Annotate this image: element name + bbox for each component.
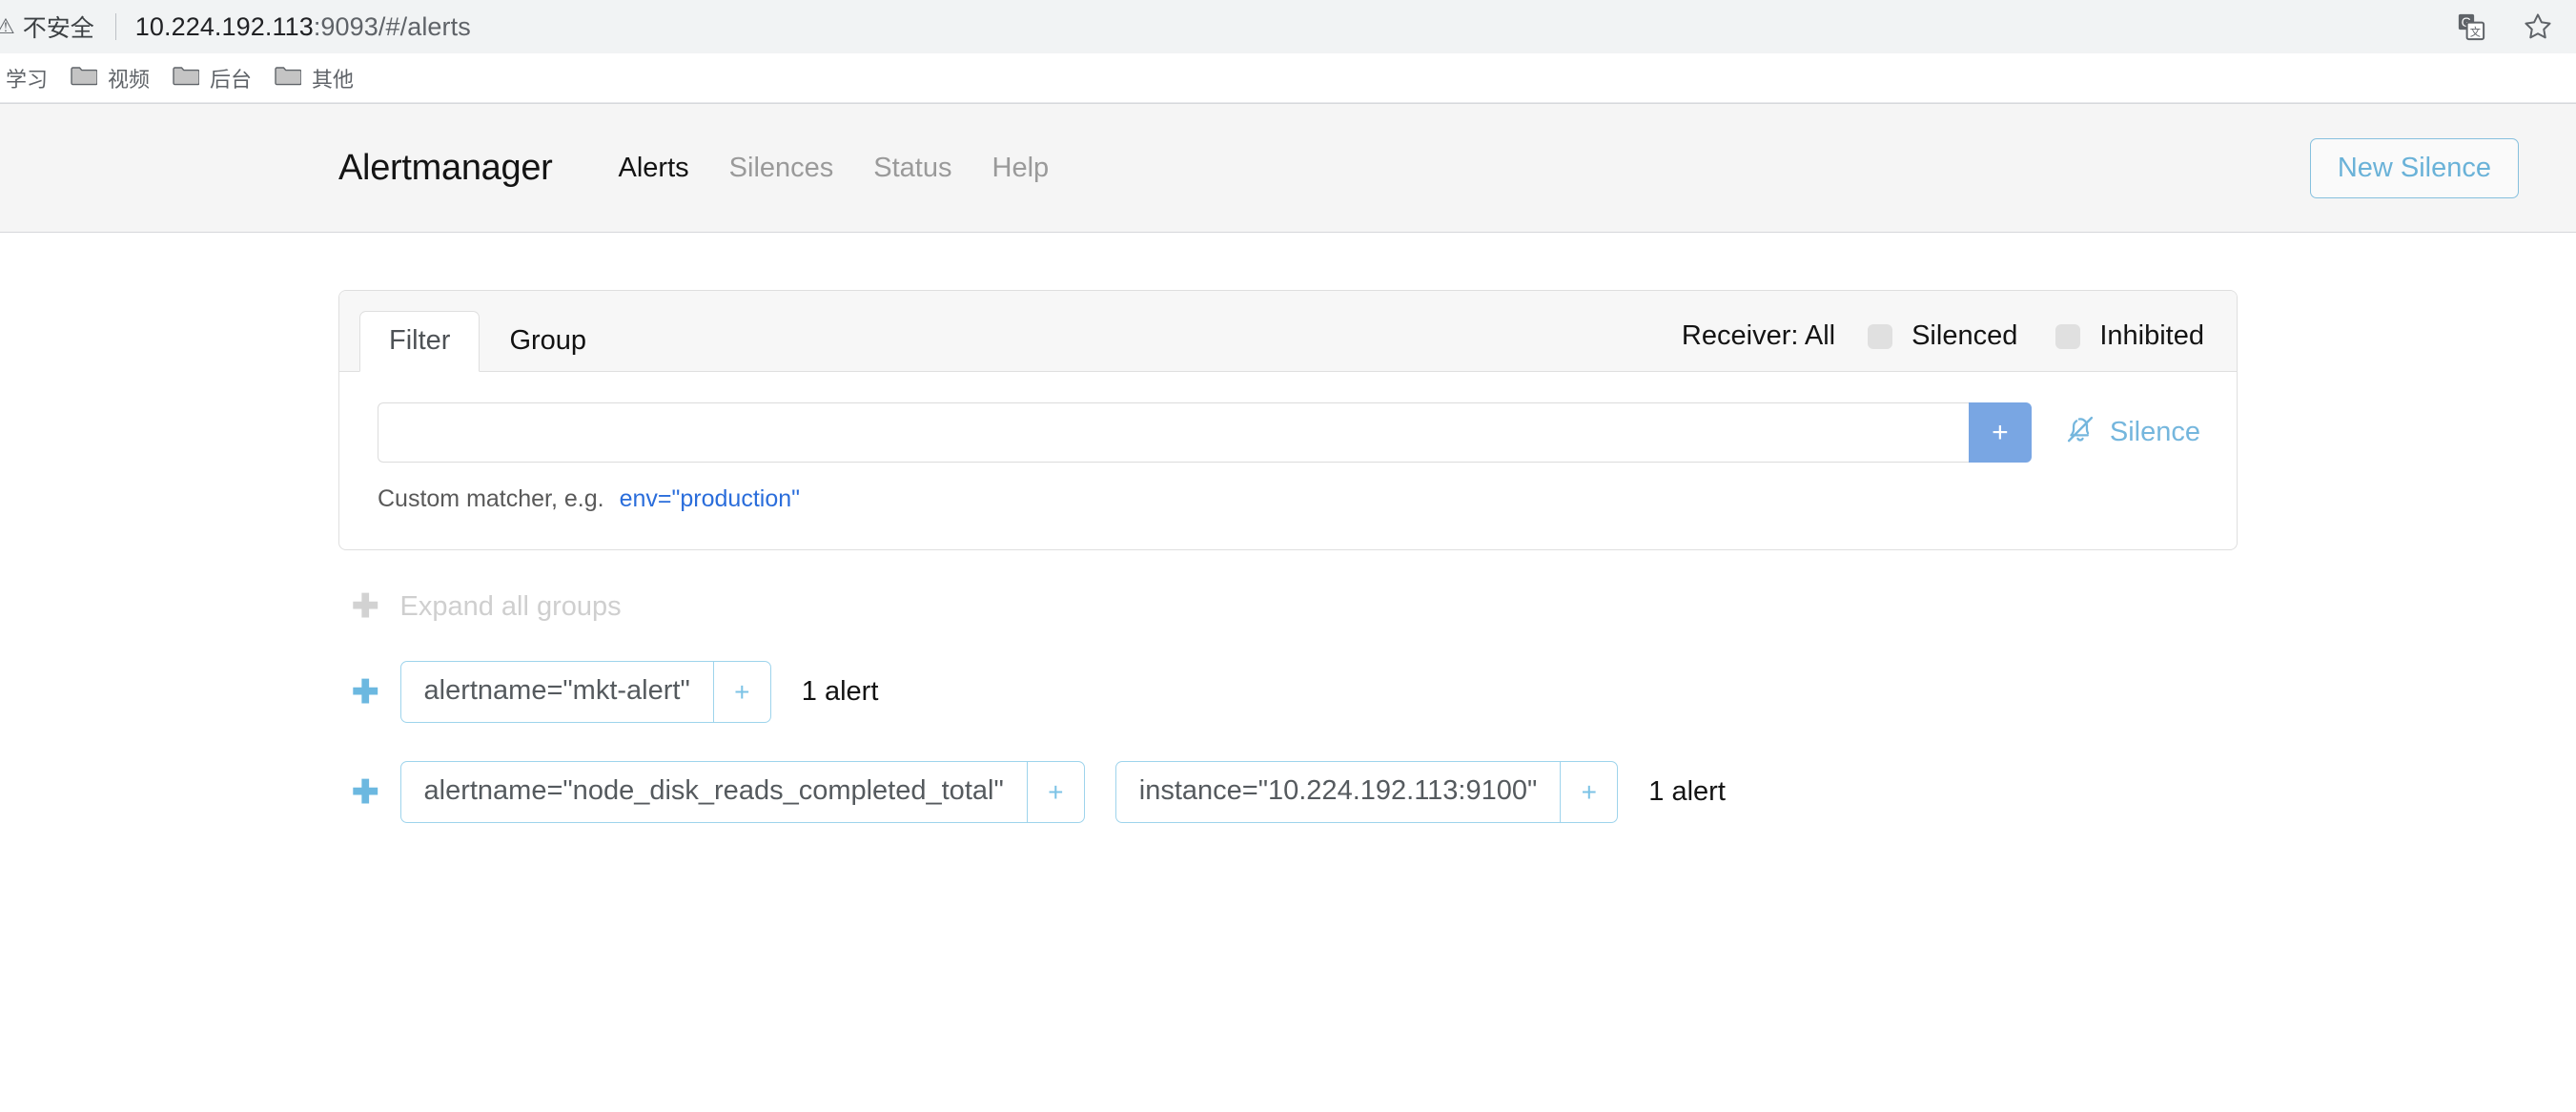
page-content: Filter Group Receiver: All Silenced Inhi…	[0, 233, 2576, 823]
group-matcher-pill: alertname="node_disk_reads_completed_tot…	[399, 761, 1085, 823]
app-brand[interactable]: Alertmanager	[338, 148, 553, 189]
group-matcher-add-button[interactable]: +	[712, 662, 770, 722]
group-alert-count: 1 alert	[1648, 776, 1726, 807]
bookmark-item-3[interactable]: 其他	[263, 58, 365, 98]
plus-icon: ✚	[352, 588, 379, 625]
bookmark-label: 其他	[312, 67, 355, 92]
nav-link-help[interactable]: Help	[972, 153, 1070, 184]
filter-card: Filter Group Receiver: All Silenced Inhi…	[338, 290, 2238, 550]
security-status-label: 不安全	[22, 15, 94, 42]
bookmark-label: 学习	[6, 67, 49, 92]
group-expand-plus-icon[interactable]: ✚	[352, 676, 379, 709]
nav-link-alerts[interactable]: Alerts	[599, 153, 709, 184]
folder-icon	[173, 65, 200, 91]
bookmark-label: 视频	[108, 67, 151, 92]
bookmark-item-0[interactable]: 学习	[0, 58, 59, 98]
nav-link-status[interactable]: Status	[853, 153, 971, 184]
translate-icon[interactable]: G 文	[2454, 10, 2488, 44]
expand-all-groups[interactable]: ✚ Expand all groups	[352, 590, 2238, 623]
folder-icon	[71, 65, 98, 91]
url-path: :9093/#/alerts	[313, 11, 471, 41]
group-alert-count: 1 alert	[801, 676, 879, 707]
group-matcher-label: instance="10.224.192.113:9100"	[1138, 775, 1538, 806]
matcher-hint-example[interactable]: env="production"	[620, 485, 800, 513]
folder-icon	[275, 65, 302, 91]
nav-link-silences[interactable]: Silences	[709, 153, 854, 184]
omnibox[interactable]: ⚠ 不安全 10.224.192.113:9093/#/alerts	[0, 10, 2454, 44]
star-icon[interactable]	[2521, 10, 2555, 44]
bookmark-item-1[interactable]: 视频	[59, 58, 161, 98]
receiver-filter-label[interactable]: Receiver: All	[1682, 320, 1835, 352]
url-text: 10.224.192.113:9093/#/alerts	[135, 12, 471, 42]
url-host: 10.224.192.113	[134, 11, 314, 41]
omnibox-divider	[114, 13, 116, 40]
group-matcher-add-button[interactable]: +	[1560, 762, 1617, 822]
omnibox-actions: G 文	[2454, 10, 2555, 44]
filter-card-header-controls: Receiver: All Silenced Inhibited	[1682, 320, 2204, 371]
silence-link[interactable]: Silence	[2064, 402, 2204, 463]
inhibited-label[interactable]: Inhibited	[2099, 320, 2204, 352]
not-secure-icon: ⚠	[0, 14, 15, 38]
bell-slash-icon	[2064, 413, 2096, 453]
bookmark-label: 后台	[210, 67, 253, 92]
tab-filter[interactable]: Filter	[359, 311, 480, 372]
new-silence-button[interactable]: New Silence	[2309, 137, 2519, 198]
alert-group-row: ✚ alertname="node_disk_reads_completed_t…	[352, 761, 2238, 823]
inhibited-checkbox[interactable]	[2055, 323, 2081, 349]
group-matcher-pill: alertname="mkt-alert" +	[399, 661, 771, 723]
main-nav: Alerts Silences Status Help	[599, 153, 1070, 184]
group-matcher-add-button[interactable]: +	[1026, 762, 1084, 822]
add-matcher-button[interactable]: +	[1968, 402, 2032, 463]
svg-text:文: 文	[2470, 25, 2481, 38]
silenced-toggle[interactable]: Silenced	[1868, 320, 2017, 352]
group-expand-plus-icon[interactable]: ✚	[352, 776, 379, 809]
bookmarks-bar: 学习 视频 后台 其他	[0, 53, 2576, 103]
alert-group-row: ✚ alertname="mkt-alert" + 1 alert	[352, 661, 2238, 723]
group-matcher-label: alertname="mkt-alert"	[423, 675, 690, 706]
browser-omnibox-bar: ⚠ 不安全 10.224.192.113:9093/#/alerts G 文	[0, 0, 2576, 53]
filter-card-body: + Silence Custom matcher, e.g. env="prod…	[339, 372, 2237, 549]
silenced-checkbox[interactable]	[1868, 323, 1893, 349]
silenced-label[interactable]: Silenced	[1912, 320, 2017, 352]
matcher-hint-text: Custom matcher, e.g.	[378, 485, 604, 512]
matcher-hint: Custom matcher, e.g. env="production"	[378, 485, 2204, 513]
group-matcher-label: alertname="node_disk_reads_completed_tot…	[423, 775, 1004, 806]
app-navbar: Alertmanager Alerts Silences Status Help…	[0, 103, 2576, 233]
matcher-input-row: + Silence	[378, 402, 2204, 463]
filter-tabs: Filter Group	[359, 311, 616, 372]
tab-group[interactable]: Group	[480, 311, 616, 372]
expand-all-groups-label: Expand all groups	[399, 590, 622, 622]
matcher-input[interactable]	[378, 402, 1969, 463]
inhibited-toggle[interactable]: Inhibited	[2055, 320, 2204, 352]
bookmark-item-2[interactable]: 后台	[161, 58, 263, 98]
group-matcher-pill: instance="10.224.192.113:9100" +	[1114, 761, 1619, 823]
content-container: Filter Group Receiver: All Silenced Inhi…	[338, 290, 2238, 823]
filter-card-header: Filter Group Receiver: All Silenced Inhi…	[339, 291, 2237, 372]
silence-link-label: Silence	[2109, 417, 2200, 447]
